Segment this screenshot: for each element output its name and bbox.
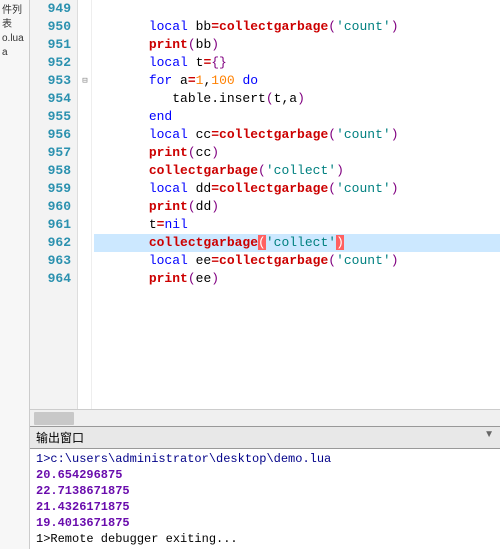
output-line: 19.4013671875: [36, 515, 494, 531]
code-line[interactable]: t=nil: [94, 216, 500, 234]
code-line[interactable]: print(bb): [94, 36, 500, 54]
output-line: 1>c:\users\administrator\desktop\demo.lu…: [36, 451, 494, 467]
line-number: 953: [36, 72, 71, 90]
output-line: 20.654296875: [36, 467, 494, 483]
code-line[interactable]: table.insert(t,a): [94, 90, 500, 108]
line-number: 950: [36, 18, 71, 36]
line-number: 949: [36, 0, 71, 18]
code-line[interactable]: local cc=collectgarbage('count'): [94, 126, 500, 144]
file-item[interactable]: a: [2, 46, 27, 60]
line-number: 951: [36, 36, 71, 54]
output-panel-header[interactable]: 输出窗口 ▼: [30, 426, 500, 449]
code-line[interactable]: [94, 0, 500, 18]
line-number: 952: [36, 54, 71, 72]
line-number: 962: [36, 234, 71, 252]
line-number: 957: [36, 144, 71, 162]
code-content[interactable]: local bb=collectgarbage('count') print(b…: [92, 0, 500, 409]
code-line[interactable]: local dd=collectgarbage('count'): [94, 180, 500, 198]
output-line: 22.7138671875: [36, 483, 494, 499]
code-line[interactable]: for a=1,100 do: [94, 72, 500, 90]
code-line[interactable]: end: [94, 108, 500, 126]
code-line[interactable]: print(dd): [94, 198, 500, 216]
code-line[interactable]: local ee=collectgarbage('count'): [94, 252, 500, 270]
output-panel-body[interactable]: 1>c:\users\administrator\desktop\demo.lu…: [30, 449, 500, 549]
line-number: 959: [36, 180, 71, 198]
horizontal-scrollbar[interactable]: [30, 409, 500, 426]
fold-toggle-icon[interactable]: ⊟: [80, 72, 90, 90]
output-line: 21.4326171875: [36, 499, 494, 515]
line-number: 958: [36, 162, 71, 180]
file-item[interactable]: o.lua: [2, 32, 27, 46]
fold-column[interactable]: ⊟: [78, 0, 92, 409]
code-line[interactable]: local bb=collectgarbage('count'): [94, 18, 500, 36]
line-number: 960: [36, 198, 71, 216]
code-line[interactable]: collectgarbage('collect'): [94, 162, 500, 180]
line-number: 956: [36, 126, 71, 144]
line-number: 955: [36, 108, 71, 126]
output-line: 1>Remote debugger exiting...: [36, 531, 494, 547]
line-number: 954: [36, 90, 71, 108]
panel-label: 件列表: [2, 4, 27, 32]
line-number-gutter: 9499509519529539549559569579589599609619…: [30, 0, 78, 409]
code-line[interactable]: print(cc): [94, 144, 500, 162]
output-title: 输出窗口: [36, 429, 84, 446]
code-line[interactable]: print(ee): [94, 270, 500, 288]
code-line[interactable]: collectgarbage('collect'): [94, 234, 500, 252]
line-number: 963: [36, 252, 71, 270]
main-area: 9499509519529539549559569579589599609619…: [30, 0, 500, 549]
line-number: 961: [36, 216, 71, 234]
file-list-panel[interactable]: 件列表 o.lua a: [0, 0, 30, 549]
code-editor[interactable]: 9499509519529539549559569579589599609619…: [30, 0, 500, 409]
dropdown-icon[interactable]: ▼: [484, 429, 494, 446]
line-number: 964: [36, 270, 71, 288]
scroll-thumb[interactable]: [34, 412, 74, 425]
code-line[interactable]: local t={}: [94, 54, 500, 72]
